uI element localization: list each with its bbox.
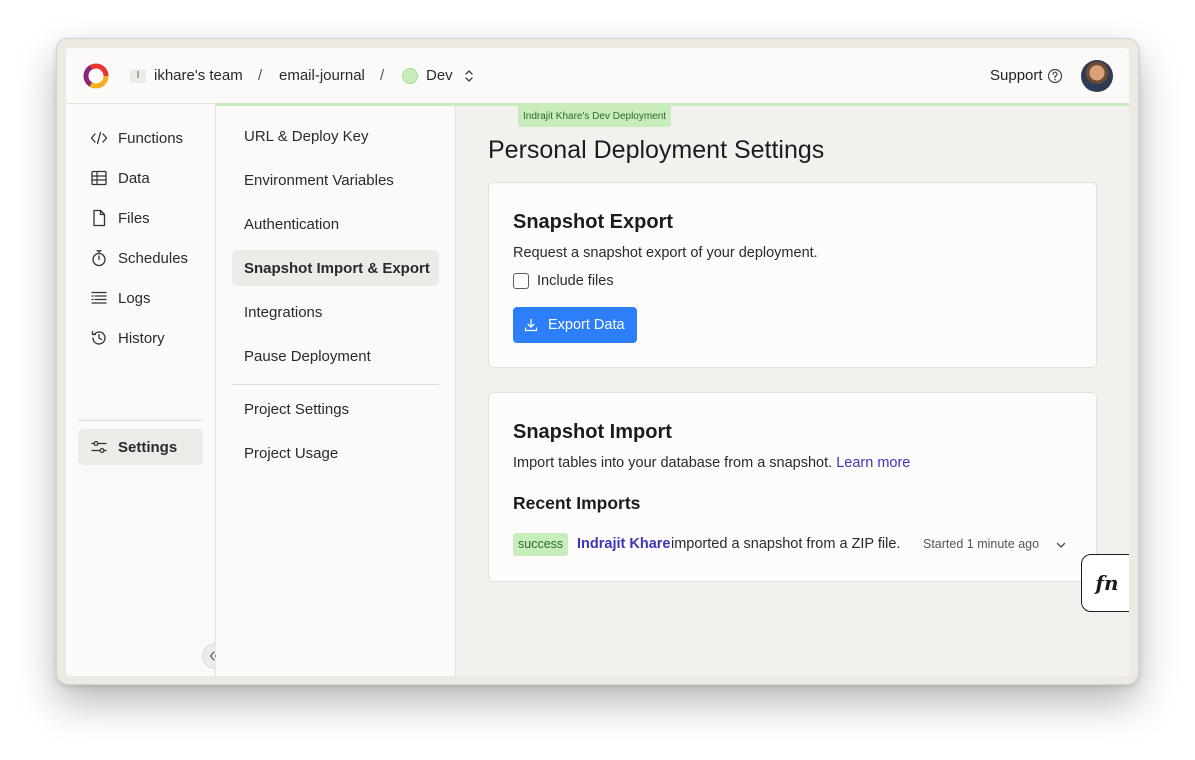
sidebar-item-label: Data: [118, 169, 150, 187]
sidebar-item-label: Schedules: [118, 249, 189, 267]
export-data-label: Export Data: [548, 317, 625, 333]
main-content: Indrajit Khare's Dev Deployment Personal…: [456, 106, 1129, 676]
sidebar-item-functions[interactable]: Functions: [78, 120, 203, 156]
snapshot-import-card: Snapshot Import Import tables into your …: [488, 392, 1097, 582]
page-title: Personal Deployment Settings: [488, 136, 825, 164]
settings-menu-divider: [232, 384, 439, 385]
settings-item-project-usage[interactable]: Project Usage: [232, 435, 439, 471]
file-icon: [93, 209, 106, 227]
top-header: I ikhare's team / email-journal / Dev Su…: [66, 48, 1129, 104]
sidebar-item-data[interactable]: Data: [78, 160, 203, 196]
breadcrumb-team[interactable]: ikhare's team: [154, 67, 243, 84]
sidebar-item-logs[interactable]: Logs: [78, 280, 203, 316]
list-icon: [91, 291, 107, 304]
app-window: I ikhare's team / email-journal / Dev Su…: [66, 48, 1129, 676]
snapshot-import-description: Import tables into your database from a …: [513, 455, 910, 471]
breadcrumb-separator: /: [380, 67, 385, 84]
settings-item-url-deploy-key[interactable]: URL & Deploy Key: [232, 118, 439, 154]
user-avatar[interactable]: [1081, 60, 1113, 92]
chevron-down-icon[interactable]: [1055, 539, 1067, 551]
download-icon: [524, 318, 538, 332]
import-timestamp: Started 1 minute ago: [923, 537, 1040, 551]
sidebar-item-settings[interactable]: Settings: [78, 429, 203, 465]
settings-item-pause-deployment[interactable]: Pause Deployment: [232, 338, 439, 374]
learn-more-link[interactable]: Learn more: [836, 455, 910, 471]
snapshot-import-title: Snapshot Import: [513, 421, 672, 443]
sidebar-item-label: Settings: [118, 438, 178, 456]
history-icon: [91, 330, 106, 345]
settings-item-snapshot-import-export[interactable]: Snapshot Import & Export: [232, 250, 439, 286]
question-circle-icon[interactable]: [1047, 68, 1063, 84]
chevron-updown-icon[interactable]: [462, 68, 476, 84]
snapshot-import-description-text: Import tables into your database from a …: [513, 455, 833, 471]
breadcrumb-deployment[interactable]: Dev: [426, 67, 453, 84]
convex-logo-icon[interactable]: [82, 62, 110, 90]
settings-item-authentication[interactable]: Authentication: [232, 206, 439, 242]
breadcrumb-project[interactable]: email-journal: [279, 67, 365, 84]
import-description: imported a snapshot from a ZIP file.: [671, 536, 901, 552]
deployment-tag: Indrajit Khare's Dev Deployment: [518, 106, 672, 127]
sidebar: Functions Data Files Schedules Logs Hist…: [66, 104, 228, 676]
settings-item-environment-variables[interactable]: Environment Variables: [232, 162, 439, 198]
sidebar-item-label: Files: [118, 209, 150, 227]
settings-item-integrations[interactable]: Integrations: [232, 294, 439, 330]
sidebar-item-history[interactable]: History: [78, 320, 203, 356]
export-data-button[interactable]: Export Data: [513, 307, 637, 343]
deployment-status-dot: [402, 68, 418, 84]
settings-item-project-settings[interactable]: Project Settings: [232, 391, 439, 427]
recent-imports-title: Recent Imports: [513, 493, 641, 513]
function-runner-button[interactable]: fn: [1081, 554, 1129, 612]
table-icon: [91, 170, 107, 186]
breadcrumb-separator: /: [258, 67, 263, 84]
support-link[interactable]: Support: [990, 67, 1043, 84]
sidebar-item-files[interactable]: Files: [78, 200, 203, 236]
sidebar-item-label: Logs: [118, 289, 151, 307]
sidebar-item-label: Functions: [118, 129, 184, 147]
code-icon: [90, 131, 108, 145]
stopwatch-icon: [92, 250, 106, 267]
sidebar-item-schedules[interactable]: Schedules: [78, 240, 203, 276]
status-badge: success: [513, 533, 569, 556]
sidebar-item-label: History: [118, 329, 165, 347]
snapshot-export-description: Request a snapshot export of your deploy…: [513, 245, 818, 261]
team-initial-badge: I: [130, 69, 146, 83]
import-user-link[interactable]: Indrajit Khare: [577, 536, 670, 552]
sidebar-divider: [78, 420, 203, 421]
include-files-label[interactable]: Include files: [537, 273, 614, 289]
snapshot-export-card: Snapshot Export Request a snapshot expor…: [488, 182, 1097, 368]
include-files-checkbox[interactable]: [513, 273, 529, 289]
sliders-icon: [91, 440, 107, 454]
snapshot-export-title: Snapshot Export: [513, 211, 674, 233]
settings-menu: URL & Deploy Key Environment Variables A…: [216, 106, 456, 676]
